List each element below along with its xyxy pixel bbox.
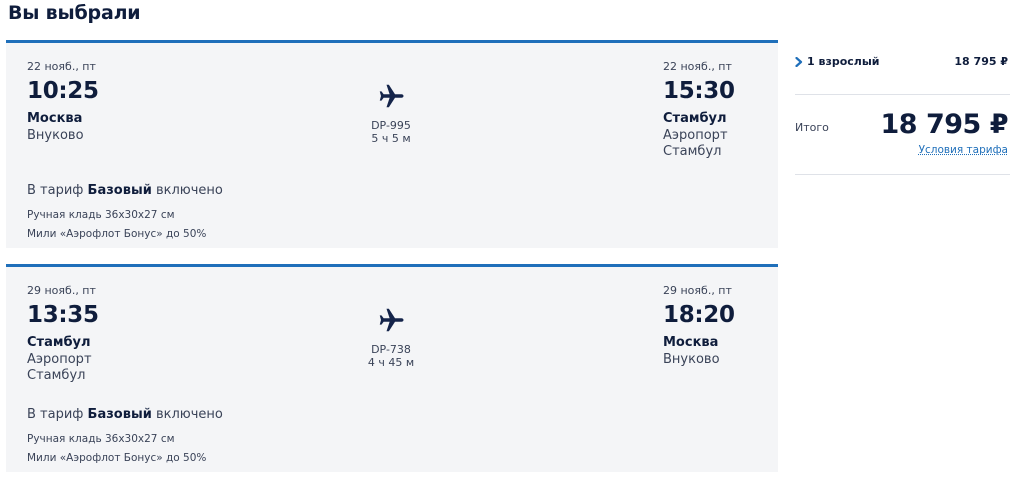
plane-icon bbox=[379, 308, 404, 332]
perk-carry-on: Ручная кладь 36x30x27 см bbox=[27, 209, 175, 221]
passengers-toggle[interactable]: 1 взрослый 18 795 ₽ bbox=[795, 55, 1010, 71]
arrival-city: Москва bbox=[663, 335, 719, 350]
divider bbox=[795, 174, 1010, 175]
arrival-time: 18:20 bbox=[663, 302, 735, 328]
fare-terms-link[interactable]: Условия тарифа bbox=[919, 144, 1008, 156]
departure-city: Москва bbox=[27, 111, 83, 126]
tariff-name: Базовый bbox=[87, 183, 152, 198]
tariff-prefix: В тариф bbox=[27, 407, 84, 422]
departure-time: 13:35 bbox=[27, 302, 99, 328]
flight-duration: 5 ч 5 м bbox=[371, 132, 411, 145]
chevron-right-icon bbox=[795, 57, 803, 67]
tariff-prefix: В тариф bbox=[27, 183, 84, 198]
arrival-time: 15:30 bbox=[663, 78, 735, 104]
divider bbox=[795, 94, 1010, 95]
arrival-airport: Внуково bbox=[663, 352, 720, 367]
passengers-label: 1 взрослый bbox=[807, 55, 880, 68]
perk-miles: Мили «Аэрофлот Бонус» до 50% bbox=[27, 228, 207, 240]
total-price: 18 795 ₽ bbox=[880, 109, 1008, 140]
arrival-date: 22 нояб., пт bbox=[663, 60, 732, 73]
flight-number: DP-995 bbox=[371, 119, 411, 132]
tariff-line: В тариф Базовый включено bbox=[27, 407, 223, 422]
arrival-city: Стамбул bbox=[663, 111, 727, 126]
tariff-line: В тариф Базовый включено bbox=[27, 183, 223, 198]
departure-time: 10:25 bbox=[27, 78, 99, 104]
passengers-price: 18 795 ₽ bbox=[954, 55, 1008, 68]
departure-airport: Аэропорт Стамбул bbox=[27, 352, 92, 383]
total-label: Итого bbox=[795, 121, 829, 134]
departure-city: Стамбул bbox=[27, 335, 91, 350]
departure-airport: Внуково bbox=[27, 128, 84, 143]
perk-carry-on: Ручная кладь 36x30x27 см bbox=[27, 433, 175, 445]
plane-icon bbox=[379, 84, 404, 108]
arrival-airport: Аэропорт Стамбул bbox=[663, 128, 728, 159]
tariff-name: Базовый bbox=[87, 407, 152, 422]
flight-card-outbound: 22 нояб., пт 10:25 Москва Внуково DP-995… bbox=[6, 40, 778, 248]
flight-card-return: 29 нояб., пт 13:35 Стамбул Аэропорт Стам… bbox=[6, 264, 778, 472]
perk-miles: Мили «Аэрофлот Бонус» до 50% bbox=[27, 452, 207, 464]
flight-number: DP-738 bbox=[371, 343, 411, 356]
tariff-suffix: включено bbox=[155, 183, 223, 198]
arrival-date: 29 нояб., пт bbox=[663, 284, 732, 297]
flight-duration: 4 ч 45 м bbox=[367, 356, 415, 369]
page-title: Вы выбрали bbox=[8, 2, 141, 24]
tariff-suffix: включено bbox=[155, 407, 223, 422]
flight-info: DP-995 5 ч 5 м bbox=[351, 81, 431, 145]
departure-date: 22 нояб., пт bbox=[27, 60, 96, 73]
flight-info: DP-738 4 ч 45 м bbox=[351, 305, 431, 369]
departure-date: 29 нояб., пт bbox=[27, 284, 96, 297]
